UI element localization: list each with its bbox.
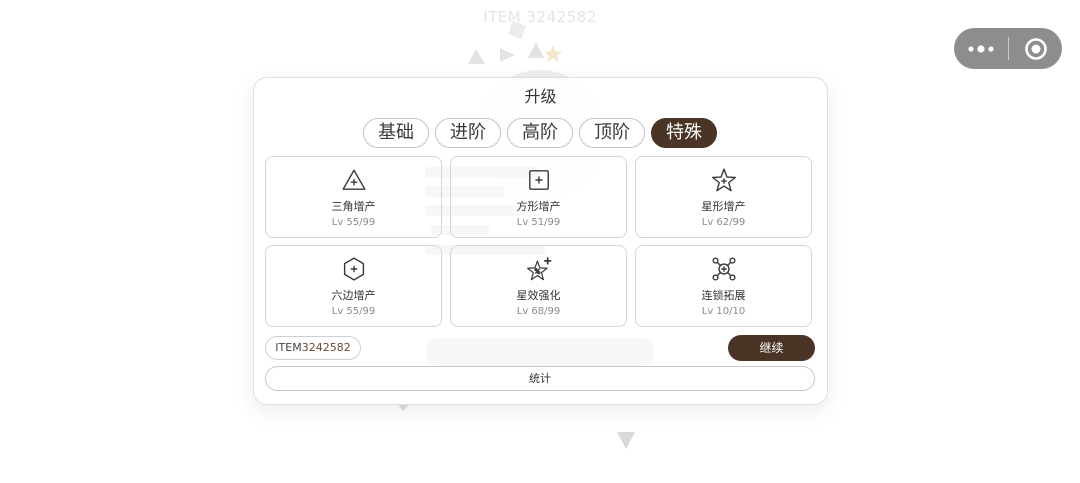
tab-top[interactable]: 顶阶	[579, 118, 645, 148]
square-plus-icon	[528, 170, 549, 190]
close-mini-program-button[interactable]	[1009, 28, 1062, 69]
dialog-title: 升级	[524, 87, 557, 106]
card-name: 星效强化	[516, 289, 561, 302]
item-id-tag: ITEM3242582	[265, 336, 361, 360]
upgrade-card-star[interactable]: 星形增产 Lv 62/99	[635, 156, 812, 238]
item-id-number: 3242582	[301, 341, 351, 354]
card-level: Lv 10/10	[701, 306, 746, 317]
background-triangle	[617, 432, 635, 449]
card-name: 方形增产	[516, 200, 561, 213]
upgrade-card-star-effect[interactable]: 星效强化 Lv 68/99	[450, 245, 627, 327]
triangle-plus-icon	[341, 169, 366, 190]
app-screen: ITEM 3242582 升级 基础 进阶 高阶 顶阶 特殊 三角增产 Lv 5…	[0, 0, 1080, 483]
card-level: Lv 55/99	[331, 217, 376, 228]
background-triangle	[468, 49, 485, 64]
upgrade-card-triangle[interactable]: 三角增产 Lv 55/99	[265, 156, 442, 238]
card-level: Lv 68/99	[516, 306, 561, 317]
item-id-prefix: ITEM	[275, 341, 302, 354]
card-level: Lv 51/99	[516, 217, 561, 228]
upgrade-card-hexagon[interactable]: 六边增产 Lv 55/99	[265, 245, 442, 327]
star-plus-icon	[711, 168, 736, 192]
tab-high[interactable]: 高阶	[507, 118, 573, 148]
background-triangle	[528, 42, 544, 58]
card-level: Lv 55/99	[331, 306, 376, 317]
chain-network-icon	[711, 257, 736, 281]
upgrade-card-square[interactable]: 方形增产 Lv 51/99	[450, 156, 627, 238]
card-name: 三角增产	[331, 200, 376, 213]
target-circle-icon	[1025, 37, 1047, 60]
background-triangle	[500, 48, 515, 62]
hexagon-plus-icon	[343, 257, 364, 281]
card-name: 星形增产	[701, 200, 746, 213]
tab-basic[interactable]: 基础	[363, 118, 429, 148]
continue-button[interactable]: 继续	[728, 335, 815, 361]
more-menu-button[interactable]	[954, 28, 1008, 69]
card-name: 六边增产	[331, 289, 376, 302]
card-name: 连锁拓展	[701, 289, 746, 302]
upgrade-card-chain[interactable]: 连锁拓展 Lv 10/10	[635, 245, 812, 327]
upgrade-dialog: 升级 基础 进阶 高阶 顶阶 特殊 三角增产 Lv 55/99 方形增产 Lv …	[253, 77, 828, 405]
background-item-title: ITEM 3242582	[483, 8, 597, 26]
tab-advanced[interactable]: 进阶	[435, 118, 501, 148]
stats-button[interactable]: 统计	[265, 366, 815, 391]
more-dots-icon	[968, 44, 994, 53]
background-star	[544, 45, 562, 62]
tab-special[interactable]: 特殊	[651, 118, 717, 148]
star-percent-boost-icon	[526, 257, 551, 281]
card-level: Lv 62/99	[701, 217, 746, 228]
mini-program-capsule	[954, 28, 1062, 69]
